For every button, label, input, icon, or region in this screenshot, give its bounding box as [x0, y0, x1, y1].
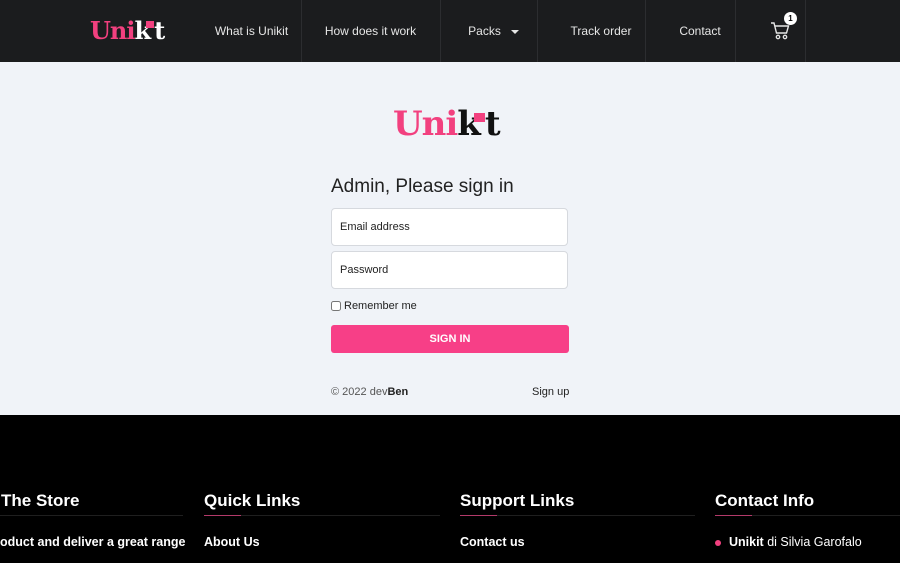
footer-store-heading: The Store: [1, 491, 80, 510]
footer-link-about-us[interactable]: About Us: [204, 535, 260, 549]
footer-contact-name: Unikit di Silvia Garofalo: [715, 535, 862, 549]
nav-what-is-unikit[interactable]: What is Unikit: [202, 0, 301, 62]
login-logo: Unik t: [393, 104, 501, 144]
logo-mark-icon: [146, 21, 155, 28]
footer-support-heading: Support Links: [460, 491, 575, 510]
nav-contact[interactable]: Contact: [645, 0, 735, 62]
footer-divider: [0, 515, 183, 516]
footer-contact-heading: Contact Info: [715, 491, 815, 510]
login-title: Admin, Please sign in: [331, 176, 514, 197]
footer-underline: [460, 515, 497, 516]
caret-down-icon: [510, 29, 519, 34]
email-field[interactable]: [331, 208, 568, 246]
password-field[interactable]: [331, 251, 568, 289]
footer-quick-heading: Quick Links: [204, 491, 301, 510]
footer-underline: [204, 515, 241, 516]
nav-how-does-it-work[interactable]: How does it work: [301, 0, 440, 62]
top-navbar: Unik t What is Unikit How does it work Pa…: [0, 0, 900, 62]
nav-divider: [805, 0, 806, 62]
nav-divider: [735, 0, 736, 62]
bullet-icon: [715, 539, 721, 546]
cart-count-badge: 1: [784, 12, 797, 25]
nav-track-order[interactable]: Track order: [537, 0, 645, 62]
footer-link-contact-us[interactable]: Contact us: [460, 535, 525, 549]
footer-underline: [715, 515, 752, 516]
remember-me-checkbox[interactable]: [331, 301, 341, 311]
sign-up-link[interactable]: Sign up: [532, 386, 569, 398]
sign-in-button[interactable]: SIGN IN: [331, 325, 569, 353]
nav-packs-dropdown[interactable]: Packs: [440, 0, 537, 62]
logo-mark-icon: [473, 113, 485, 122]
footer-store-text: oduct and deliver a great range: [0, 535, 186, 549]
copyright: © 2022 devBen: [331, 386, 409, 398]
remember-me[interactable]: Remember me: [331, 300, 417, 312]
login-section: Unikt Admin, Please sign in Remember me …: [0, 62, 900, 415]
brand-logo[interactable]: Unik t: [90, 16, 165, 45]
